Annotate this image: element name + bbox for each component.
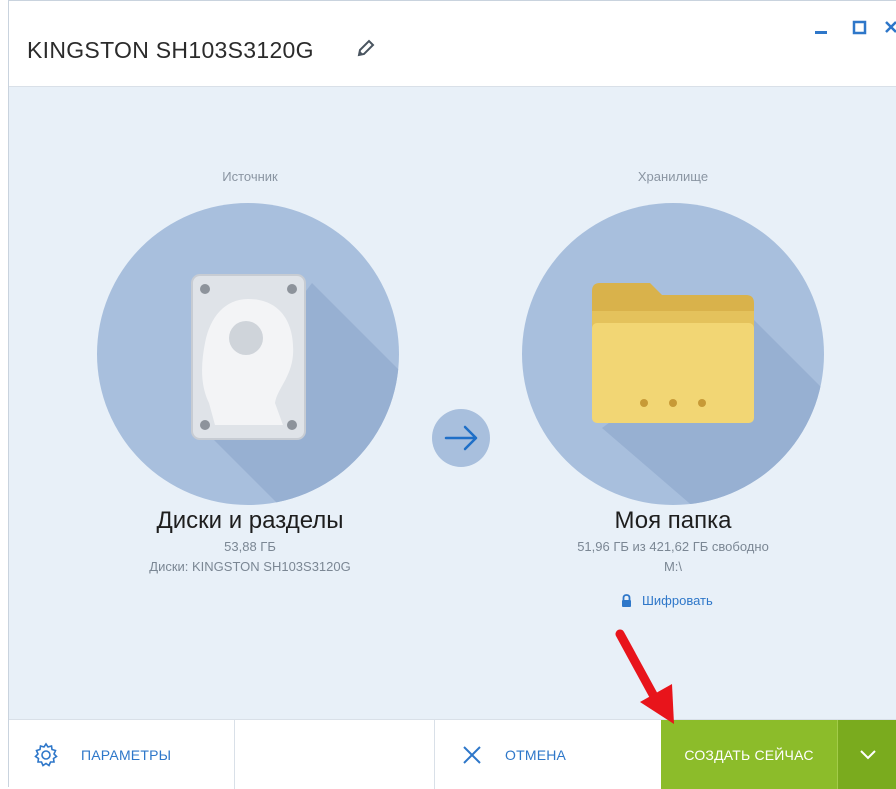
arrow-right-icon: [444, 425, 478, 451]
close-icon[interactable]: [883, 19, 896, 37]
source-name: Диски и разделы: [156, 507, 344, 534]
cancel-label: ОТМЕНА: [505, 746, 567, 763]
params-label: ПАРАМЕТРЫ: [81, 746, 172, 763]
chevron-down-icon: [859, 749, 876, 759]
encrypt-label: Шифровать: [642, 593, 713, 608]
lock-icon: [622, 594, 631, 607]
source-selector[interactable]: [97, 203, 399, 505]
source-caption: Источник: [222, 169, 278, 184]
minimize-icon[interactable]: [813, 19, 831, 37]
create-now-label: СОЗДАТЬ СЕЙЧАС: [684, 746, 814, 763]
destination-name: Моя папка: [614, 507, 732, 534]
action-bar: ПАРАМЕТРЫ ОТМЕНА СОЗДАТЬ СЕЙЧАС: [9, 719, 896, 789]
maximize-icon[interactable]: [851, 19, 869, 37]
annotation-arrow: [615, 629, 674, 724]
destination-path: M:\: [663, 559, 683, 574]
create-options-button[interactable]: [837, 720, 896, 789]
folder-icon: [592, 283, 824, 505]
direction-arrow: [432, 409, 490, 467]
encrypt-link[interactable]: Шифровать: [621, 593, 713, 608]
cancel-x-icon: [463, 745, 481, 764]
gear-icon: [34, 742, 58, 767]
backup-window: KINGSTON SH103S3120G Источник Хранилище …: [8, 0, 896, 789]
empty-slot: [235, 720, 435, 789]
destination-free-space: 51,96 ГБ из 421,62 ГБ свободно: [577, 539, 769, 554]
destination-selector[interactable]: [522, 203, 824, 505]
source-details: Диски: KINGSTON SH103S3120G: [149, 559, 351, 574]
backup-title: KINGSTON SH103S3120G: [27, 37, 314, 63]
params-button[interactable]: ПАРАМЕТРЫ: [9, 720, 235, 789]
destination-caption: Хранилище: [637, 169, 709, 184]
backup-content: Источник Хранилище Диски и разделы 53,88…: [9, 87, 896, 719]
title-bar: KINGSTON SH103S3120G: [9, 1, 896, 87]
source-size: 53,88 ГБ: [224, 539, 276, 554]
hard-drive-icon: [191, 274, 399, 505]
edit-icon[interactable]: [355, 37, 377, 59]
